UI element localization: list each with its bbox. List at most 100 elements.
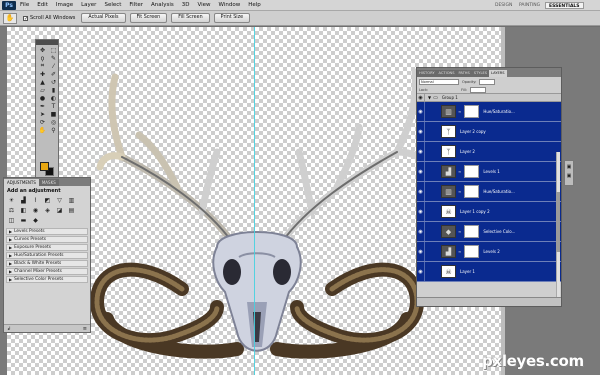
move-tool-icon[interactable]: ✥	[37, 46, 48, 54]
preset-black-white[interactable]: ▶ Black & White Presets	[6, 260, 88, 267]
tab-paths[interactable]: PATHS	[456, 70, 472, 77]
history-brush-tool-icon[interactable]: ↺	[48, 78, 59, 86]
levels-icon[interactable]: ▟	[19, 196, 28, 204]
eye-icon[interactable]: ◉	[417, 102, 425, 121]
vibrance-icon[interactable]: ▽	[55, 196, 64, 204]
layer-row[interactable]: ◉ ᛉ Layer 2 copy	[417, 122, 561, 142]
invert-icon[interactable]: ◪	[55, 206, 64, 214]
hand-tool-icon[interactable]: ✋	[37, 126, 48, 134]
scroll-all-checkbox[interactable]: ✓	[23, 15, 28, 21]
3d-rotate-tool-icon[interactable]: ⟳	[37, 118, 48, 126]
layer-row[interactable]: ◉ ◆ ∞ Selective Colo...	[417, 222, 561, 242]
menu-view[interactable]: View	[193, 0, 214, 11]
opacity-input[interactable]	[479, 78, 496, 85]
menu-edit[interactable]: Edit	[33, 0, 52, 11]
foreground-color-swatch[interactable]	[40, 162, 49, 171]
tab-styles[interactable]: STYLES	[471, 70, 490, 77]
panel-dock-icon[interactable]: ▣	[565, 164, 573, 170]
quick-select-tool-icon[interactable]: ✎	[48, 54, 59, 62]
panel-dock-icon[interactable]: ▣	[565, 173, 573, 179]
menu-filter[interactable]: Filter	[125, 0, 147, 11]
preset-curves[interactable]: ▶ Curves Presets	[6, 236, 88, 243]
layer-mask-thumb[interactable]	[464, 165, 480, 178]
layer-row[interactable]: ◉ ▥ ∞ Hue/Saturatio...	[417, 102, 561, 122]
exposure-icon[interactable]: ◩	[43, 196, 52, 204]
fill-input[interactable]	[470, 86, 487, 93]
lasso-tool-icon[interactable]: ϙ	[37, 54, 48, 62]
blend-mode-select[interactable]: Normal	[419, 78, 459, 85]
vertical-guide[interactable]	[254, 27, 255, 375]
preset-selective-color[interactable]: ▶ Selective Color Presets	[6, 276, 88, 283]
gradient-tool-icon[interactable]: ▮	[48, 86, 59, 94]
menu-select[interactable]: Select	[100, 0, 125, 11]
eyedropper-tool-icon[interactable]: ⁄	[48, 62, 59, 70]
blur-tool-icon[interactable]: ●	[37, 94, 48, 102]
eye-icon[interactable]: ◉	[417, 162, 425, 181]
shape-tool-icon[interactable]: ■	[48, 110, 59, 118]
eye-icon[interactable]: ◉	[417, 262, 425, 281]
menu-image[interactable]: Image	[52, 0, 77, 11]
eye-icon[interactable]: ◉	[417, 142, 425, 161]
channel-mixer-icon[interactable]: ◈	[43, 206, 52, 214]
tab-adjustments[interactable]: ADJUSTMENTS	[4, 179, 39, 186]
layer-mask-thumb[interactable]	[464, 185, 480, 198]
eraser-tool-icon[interactable]: ▱	[37, 86, 48, 94]
layer-row[interactable]: ◉ ▥ ∞ Hue/Saturatio...	[417, 182, 561, 202]
clip-to-layer-icon[interactable]: ↲	[7, 326, 11, 332]
eye-icon[interactable]: ◉	[417, 222, 425, 241]
layers-scrollbar-thumb[interactable]	[556, 192, 560, 252]
pen-tool-icon[interactable]: ✒	[37, 102, 48, 110]
type-tool-icon[interactable]: T	[48, 102, 59, 110]
panel-menu-icon[interactable]: ≡	[83, 326, 87, 332]
eye-icon[interactable]: ◉	[417, 94, 425, 101]
layer-row[interactable]: ◉ ☠ Layer 1 copy 2	[417, 202, 561, 222]
layer-mask-thumb[interactable]	[464, 105, 480, 118]
layer-row[interactable]: ◉ ▟ ∞ Levels 2	[417, 242, 561, 262]
black-white-icon[interactable]: ◧	[19, 206, 28, 214]
fit-screen-button[interactable]: Fit Screen	[129, 13, 168, 23]
path-select-tool-icon[interactable]: ➤	[37, 110, 48, 118]
menu-layer[interactable]: Layer	[77, 0, 100, 11]
gradient-map-icon[interactable]: ▬	[19, 216, 28, 224]
menu-file[interactable]: File	[16, 0, 33, 11]
posterize-icon[interactable]: ▤	[67, 206, 76, 214]
dodge-tool-icon[interactable]: ◐	[48, 94, 59, 102]
brush-tool-icon[interactable]: ✐	[48, 70, 59, 78]
workspace-painting[interactable]: PAINTING	[516, 2, 543, 9]
eye-icon[interactable]: ◉	[417, 202, 425, 221]
layers-scrollbar[interactable]	[556, 152, 560, 300]
eye-icon[interactable]: ◉	[417, 122, 425, 141]
hue-saturation-icon[interactable]: ▥	[67, 196, 76, 204]
layer-row[interactable]: ◉ ▟ ∞ Levels 1	[417, 162, 561, 182]
actual-pixels-button[interactable]: Actual Pixels	[81, 13, 126, 23]
layer-group-row[interactable]: ◉ ▼ ▭ Group 1	[417, 94, 561, 102]
curves-icon[interactable]: ⌇	[31, 196, 40, 204]
clone-stamp-tool-icon[interactable]: ▲	[37, 78, 48, 86]
fill-screen-button[interactable]: Fill Screen	[171, 13, 210, 23]
tab-history[interactable]: HISTORY	[417, 70, 437, 77]
print-size-button[interactable]: Print Size	[213, 13, 251, 23]
zoom-tool-icon[interactable]: ⚲	[48, 126, 59, 134]
photo-filter-icon[interactable]: ◉	[31, 206, 40, 214]
preset-channel-mixer[interactable]: ▶ Channel Mixer Presets	[6, 268, 88, 275]
threshold-icon[interactable]: ◫	[7, 216, 16, 224]
healing-tool-icon[interactable]: ✚	[37, 70, 48, 78]
menu-help[interactable]: Help	[244, 0, 265, 11]
layer-mask-thumb[interactable]	[464, 225, 480, 238]
layer-mask-thumb[interactable]	[464, 245, 480, 258]
preset-levels[interactable]: ▶ Levels Presets	[6, 228, 88, 235]
menu-analysis[interactable]: Analysis	[147, 0, 178, 11]
layer-row[interactable]: ◉ ☠ Layer 1	[417, 262, 561, 282]
tab-masks[interactable]: MASKS	[38, 179, 59, 186]
menu-window[interactable]: Window	[215, 0, 245, 11]
workspace-essentials[interactable]: ESSENTIALS	[545, 2, 584, 9]
group-expand-icon[interactable]: ▼	[428, 95, 431, 100]
marquee-tool-icon[interactable]: ⬚	[48, 46, 59, 54]
menu-3d[interactable]: 3D	[178, 0, 194, 11]
workspace-design[interactable]: DESIGN	[492, 2, 515, 9]
color-balance-icon[interactable]: ⚖	[7, 206, 16, 214]
eye-icon[interactable]: ◉	[417, 242, 425, 261]
tab-actions[interactable]: ACTIONS	[436, 70, 457, 77]
brightness-contrast-icon[interactable]: ☀	[7, 196, 16, 204]
hand-tool-preset[interactable]: ✋	[3, 12, 17, 24]
